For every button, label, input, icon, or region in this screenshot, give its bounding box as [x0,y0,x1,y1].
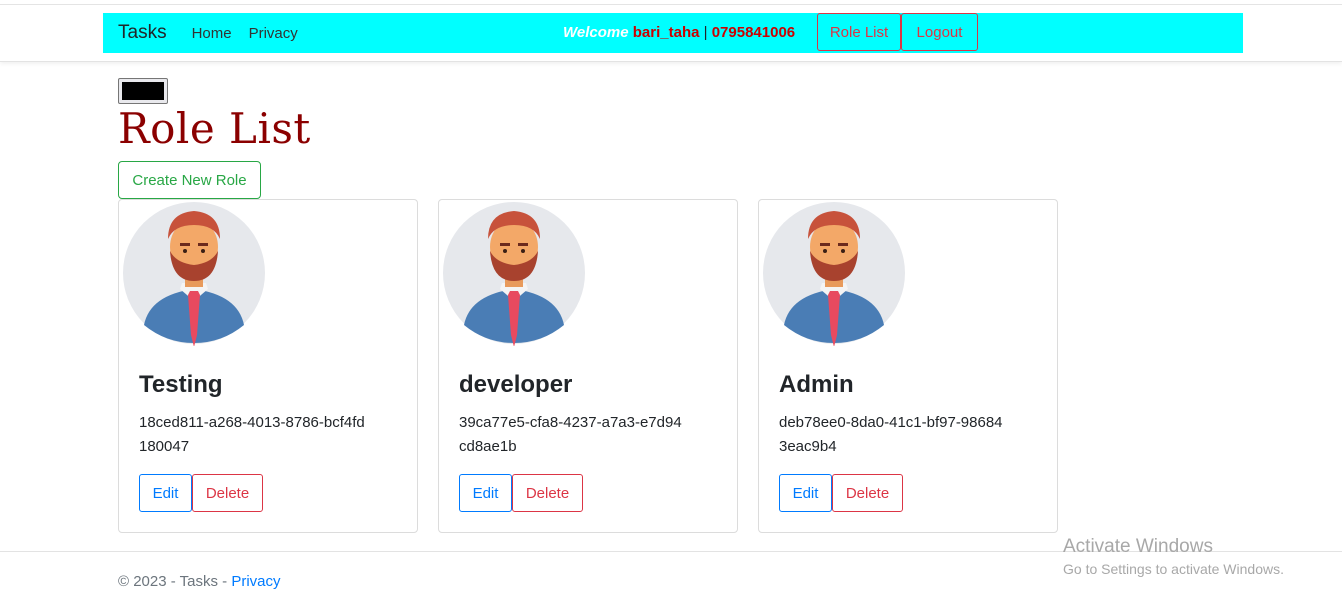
edit-role-button[interactable]: Edit [779,474,832,512]
logout-button[interactable]: Logout [901,13,978,51]
role-card: developer 39ca77e5-cfa8-4237-a7a3-e7d94c… [438,199,738,533]
edit-role-button[interactable]: Edit [459,474,512,512]
man-avatar-icon [443,202,585,346]
role-card: Admin deb78ee0-8da0-41c1-bf97-986843eac9… [758,199,1058,533]
role-card: Testing 18ced811-a268-4013-8786-bcf4fd18… [118,199,418,533]
nav-link-home[interactable]: Home [192,25,232,42]
edit-role-button[interactable]: Edit [139,474,192,512]
man-avatar-icon [123,202,265,346]
role-id: 18ced811-a268-4013-8786-bcf4fd180047 [139,414,365,455]
phone-number: 0795841006 [711,24,796,41]
create-new-role-button[interactable]: Create New Role [118,161,261,199]
small-black-button[interactable] [118,78,168,104]
welcome-separator: | [703,24,708,41]
username: bari_taha [632,24,700,41]
role-name: developer [459,371,573,398]
page-title: Role List [118,104,311,153]
activate-windows-subtitle: Go to Settings to activate Windows. [1063,561,1284,577]
activate-windows-title: Activate Windows [1063,536,1213,557]
delete-role-button[interactable]: Delete [192,474,263,512]
navbar: Tasks Home Privacy Welcome bari_taha | 0… [103,13,1243,53]
delete-role-button[interactable]: Delete [832,474,903,512]
man-avatar-icon [763,202,905,346]
role-list-button[interactable]: Role List [817,13,901,51]
footer-privacy-link[interactable]: Privacy [231,573,280,590]
role-name: Testing [139,371,223,398]
welcome-label: Welcome [563,24,629,41]
delete-role-button[interactable]: Delete [512,474,583,512]
header-bar: Tasks Home Privacy Welcome bari_taha | 0… [0,5,1342,62]
footer: © 2023 - Tasks - Privacy [118,573,281,590]
brand-link[interactable]: Tasks [118,22,167,44]
role-id: deb78ee0-8da0-41c1-bf97-986843eac9b4 [779,414,1003,455]
welcome-message: Welcome bari_taha | 0795841006 [563,24,795,41]
role-id: 39ca77e5-cfa8-4237-a7a3-e7d94cd8ae1b [459,414,682,455]
nav-link-privacy[interactable]: Privacy [249,25,298,42]
role-name: Admin [779,371,854,398]
footer-copyright: © 2023 - Tasks - [118,573,232,590]
